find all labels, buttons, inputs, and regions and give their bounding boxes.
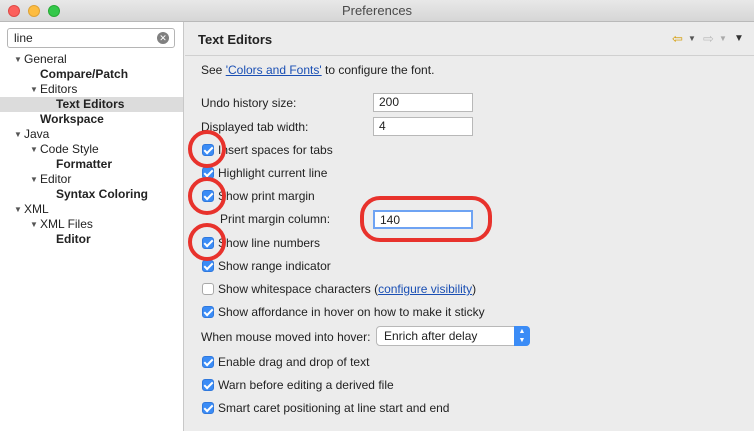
- preferences-tree-panel: line ✕ ▼ General Compare/Patch ▼ Editors…: [0, 22, 184, 431]
- expand-twisty-icon[interactable]: ▼: [14, 127, 22, 142]
- window-title: Preferences: [341, 3, 413, 18]
- annotation-rounded-rect: [360, 196, 492, 242]
- window-titlebar: Preferences: [0, 0, 754, 22]
- back-history-dropdown-icon[interactable]: ▼: [688, 31, 696, 47]
- hover-behavior-label: When mouse moved into hover:: [201, 330, 371, 344]
- expand-twisty-icon[interactable]: ▼: [30, 82, 38, 97]
- annotation-circle: [188, 223, 226, 261]
- tree-item-xml[interactable]: ▼ XML: [0, 202, 183, 217]
- tree-item-xml-files[interactable]: ▼ XML Files: [0, 217, 183, 232]
- tree-item-java[interactable]: ▼ Java: [0, 127, 183, 142]
- tab-width-label: Displayed tab width:: [201, 120, 309, 134]
- zoom-window-button[interactable]: [48, 5, 60, 17]
- tree-item-workspace[interactable]: Workspace: [0, 112, 183, 127]
- view-menu-icon[interactable]: ▼: [734, 31, 744, 47]
- checkbox-checked-icon[interactable]: [202, 402, 214, 414]
- tree-item-editors[interactable]: ▼ Editors: [0, 82, 183, 97]
- tree-item-syntax-coloring[interactable]: Syntax Coloring: [0, 187, 183, 202]
- expand-twisty-icon[interactable]: ▼: [30, 142, 38, 157]
- annotation-circle: [188, 130, 226, 168]
- forward-history-dropdown-icon[interactable]: ▼: [719, 31, 727, 47]
- print-margin-label: Print margin column:: [220, 212, 331, 226]
- forward-arrow-icon[interactable]: ⇨: [703, 31, 714, 47]
- undo-history-input[interactable]: 200: [373, 93, 473, 112]
- tree-item-xml-editor[interactable]: Editor: [0, 232, 183, 247]
- annotation-circle: [188, 177, 226, 215]
- checkbox-checked-icon[interactable]: [202, 356, 214, 368]
- tree-item-compare-patch[interactable]: Compare/Patch: [0, 67, 183, 82]
- checkbox-unchecked-icon[interactable]: [202, 283, 214, 295]
- close-window-button[interactable]: [8, 5, 20, 17]
- font-config-hint: See 'Colors and Fonts' to configure the …: [201, 63, 435, 77]
- filter-input[interactable]: line: [7, 28, 175, 48]
- checkbox-checked-icon[interactable]: [202, 306, 214, 318]
- tree-item-code-style[interactable]: ▼ Code Style: [0, 142, 183, 157]
- configure-visibility-link[interactable]: configure visibility: [378, 282, 472, 296]
- page-title: Text Editors: [198, 32, 273, 47]
- minimize-window-button[interactable]: [28, 5, 40, 17]
- colors-and-fonts-link[interactable]: 'Colors and Fonts': [226, 63, 322, 77]
- clear-filter-icon[interactable]: ✕: [157, 32, 169, 44]
- tree-item-general[interactable]: ▼ General: [0, 52, 183, 67]
- expand-twisty-icon[interactable]: ▼: [30, 172, 38, 187]
- tree-item-java-editor[interactable]: ▼ Editor: [0, 172, 183, 187]
- tree-item-text-editors[interactable]: Text Editors: [0, 97, 183, 112]
- expand-twisty-icon[interactable]: ▼: [14, 52, 22, 67]
- preference-page: Text Editors ⇦ ▼ ⇨ ▼ ▼ See 'Colors and F…: [185, 22, 754, 431]
- checkbox-checked-icon[interactable]: [202, 260, 214, 272]
- hover-behavior-select[interactable]: Enrich after delay ▲ ▼: [376, 326, 530, 346]
- expand-twisty-icon[interactable]: ▼: [30, 217, 38, 232]
- checkbox-checked-icon[interactable]: [202, 379, 214, 391]
- back-arrow-icon[interactable]: ⇦: [672, 31, 683, 47]
- expand-twisty-icon[interactable]: ▼: [14, 202, 22, 217]
- select-arrows-icon[interactable]: ▲ ▼: [514, 326, 530, 346]
- undo-history-label: Undo history size:: [201, 96, 297, 110]
- header-divider: [185, 55, 754, 56]
- tree-item-formatter[interactable]: Formatter: [0, 157, 183, 172]
- tab-width-input[interactable]: 4: [373, 117, 473, 136]
